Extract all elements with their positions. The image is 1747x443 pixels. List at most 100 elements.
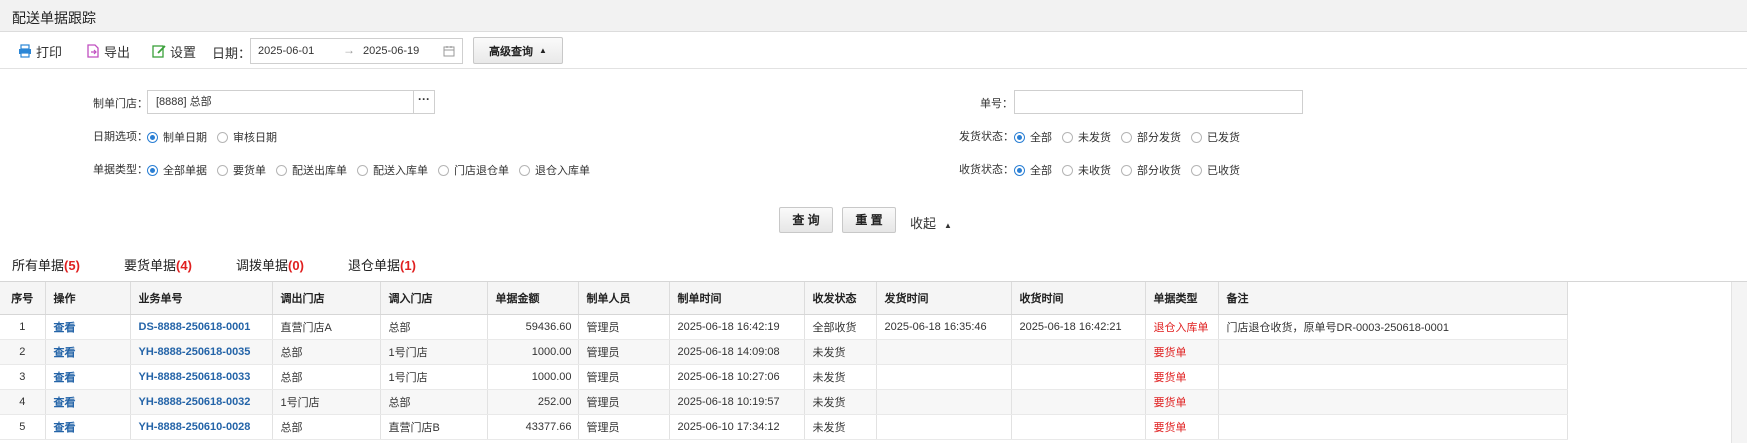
recv-status-group: 全部 未收货 部分收货 已收货: [1014, 163, 1250, 177]
doc-type-option[interactable]: 全部单据: [147, 162, 207, 178]
store-field[interactable]: [8888] 总部: [147, 90, 414, 114]
column-header[interactable]: 调出门店: [272, 282, 381, 315]
vertical-scrollbar[interactable]: [1731, 282, 1747, 443]
view-link[interactable]: 查看: [45, 414, 131, 440]
radio-unchecked-icon[interactable]: [1191, 131, 1202, 143]
page-title: 配送单据跟踪: [12, 10, 96, 26]
column-header[interactable]: 序号: [0, 282, 46, 315]
view-link[interactable]: 查看: [45, 389, 131, 415]
radio-checked-icon[interactable]: [147, 164, 158, 176]
date-range-picker[interactable]: 2025-06-01 → 2025-06-19: [250, 38, 463, 64]
radio-unchecked-icon[interactable]: [217, 164, 228, 176]
doc-type-option[interactable]: 门店退仓单: [438, 162, 509, 178]
table-row[interactable]: 3 查看 YH-8888-250618-0033 总部 1号门店 1000.00 管理员 20…: [0, 364, 1568, 390]
table-cell: [1011, 389, 1146, 415]
tab-count: (5): [64, 258, 80, 273]
radio-checked-icon[interactable]: [1014, 131, 1025, 143]
recv-status-option[interactable]: 全部: [1014, 162, 1052, 178]
table-cell: 直营门店A: [272, 314, 381, 340]
table-row[interactable]: 1 查看 DS-8888-250618-0001 直营门店A 总部 59436.60 管理员…: [0, 314, 1568, 340]
doc-type-cell: 要货单: [1145, 364, 1219, 390]
table-body: 1 查看 DS-8888-250618-0001 直营门店A 总部 59436.60 管理员…: [0, 314, 1568, 440]
column-header[interactable]: 备注: [1218, 282, 1568, 315]
view-link[interactable]: 查看: [45, 314, 131, 340]
radio-unchecked-icon[interactable]: [217, 131, 228, 143]
table-row[interactable]: 2 查看 YH-8888-250618-0035 总部 1号门店 1000.00 管理员 20…: [0, 339, 1568, 365]
docno-input[interactable]: [1014, 90, 1303, 114]
table-cell: 管理员: [578, 314, 670, 340]
print-button[interactable]: 打印: [18, 41, 62, 61]
ship-status-option-label: 全部: [1030, 132, 1052, 144]
doc-type-option-label: 全部单据: [163, 165, 207, 177]
column-header[interactable]: 收货时间: [1011, 282, 1146, 315]
reset-button[interactable]: 重 置: [842, 207, 896, 233]
radio-unchecked-icon[interactable]: [1062, 164, 1073, 176]
doc-type-option[interactable]: 退仓入库单: [519, 162, 590, 178]
table-cell: 1000.00: [487, 339, 579, 365]
date-from[interactable]: 2025-06-01: [258, 45, 314, 57]
settings-button[interactable]: 设置: [152, 41, 196, 61]
radio-unchecked-icon[interactable]: [1121, 131, 1132, 143]
recv-status-option[interactable]: 未收货: [1062, 162, 1111, 178]
table-cell: [1218, 389, 1568, 415]
doc-type-option[interactable]: 要货单: [217, 162, 266, 178]
export-icon: [87, 44, 99, 58]
column-header[interactable]: 制单时间: [669, 282, 805, 315]
date-option-option[interactable]: 审核日期: [217, 129, 277, 145]
date-to[interactable]: 2025-06-19: [363, 45, 419, 57]
ship-status-option[interactable]: 全部: [1014, 129, 1052, 145]
doc-number-link[interactable]: YH-8888-250618-0032: [130, 389, 273, 415]
column-header[interactable]: 制单人员: [578, 282, 670, 315]
query-button[interactable]: 查 询: [779, 207, 833, 233]
doc-number-link[interactable]: DS-8888-250618-0001: [130, 314, 273, 340]
radio-unchecked-icon[interactable]: [1191, 164, 1202, 176]
column-header[interactable]: 单据类型: [1145, 282, 1219, 315]
doc-grid: 序号 操作 业务单号 调出门店 调入门店 单据金额 制单人员 制单时间 收发状态 发货时间 收货时间…: [0, 281, 1747, 443]
tab-transfer-docs[interactable]: 调拨单据(0): [236, 255, 304, 274]
collapse-toggle[interactable]: 收起 ▲: [910, 213, 952, 232]
recv-status-option[interactable]: 部分收货: [1121, 162, 1181, 178]
radio-unchecked-icon[interactable]: [276, 164, 287, 176]
doc-number-link[interactable]: YH-8888-250618-0033: [130, 364, 273, 390]
column-header[interactable]: 业务单号: [130, 282, 273, 315]
date-option-option[interactable]: 制单日期: [147, 129, 207, 145]
column-header[interactable]: 调入门店: [380, 282, 488, 315]
tab-return-docs[interactable]: 退仓单据(1): [348, 255, 416, 274]
tab-requisition-docs[interactable]: 要货单据(4): [124, 255, 192, 274]
ship-status-option[interactable]: 已发货: [1191, 129, 1240, 145]
table-row[interactable]: 5 查看 YH-8888-250610-0028 总部 直营门店B 43377.66 管理员…: [0, 414, 1568, 440]
collapse-up-icon: ▲: [539, 46, 547, 55]
ship-status-option[interactable]: 未发货: [1062, 129, 1111, 145]
store-picker-button[interactable]: ···: [413, 90, 435, 114]
date-option-option-label: 审核日期: [233, 132, 277, 144]
calendar-icon[interactable]: [443, 45, 455, 57]
radio-unchecked-icon[interactable]: [519, 164, 530, 176]
radio-unchecked-icon[interactable]: [438, 164, 449, 176]
ship-status-option[interactable]: 部分发货: [1121, 129, 1181, 145]
radio-unchecked-icon[interactable]: [1121, 164, 1132, 176]
column-header[interactable]: 收发状态: [804, 282, 877, 315]
radio-checked-icon[interactable]: [1014, 164, 1025, 176]
doc-type-option[interactable]: 配送出库单: [276, 162, 347, 178]
doc-number-link[interactable]: YH-8888-250610-0028: [130, 414, 273, 440]
view-link[interactable]: 查看: [45, 364, 131, 390]
radio-checked-icon[interactable]: [147, 131, 158, 143]
view-link[interactable]: 查看: [45, 339, 131, 365]
export-button[interactable]: 导出: [86, 41, 130, 61]
column-header[interactable]: 单据金额: [487, 282, 579, 315]
doc-number-link[interactable]: YH-8888-250618-0035: [130, 339, 273, 365]
export-label: 导出: [104, 44, 131, 60]
recv-status-option[interactable]: 已收货: [1191, 162, 1240, 178]
table-cell: 总部: [380, 389, 488, 415]
doc-type-option[interactable]: 配送入库单: [357, 162, 428, 178]
radio-unchecked-icon[interactable]: [1062, 131, 1073, 143]
advanced-query-button[interactable]: 高级查询 ▲: [473, 37, 563, 64]
table-cell: [876, 364, 1012, 390]
radio-unchecked-icon[interactable]: [357, 164, 368, 176]
column-header[interactable]: 操作: [45, 282, 131, 315]
tab-all-docs[interactable]: 所有单据(5): [12, 255, 80, 274]
edit-settings-icon: [152, 45, 166, 58]
table-row[interactable]: 4 查看 YH-8888-250618-0032 1号门店 总部 252.00 管理员 202…: [0, 389, 1568, 415]
column-header[interactable]: 发货时间: [876, 282, 1012, 315]
doc-table: 序号 操作 业务单号 调出门店 调入门店 单据金额 制单人员 制单时间 收发状态 发货时间 收货时间…: [0, 282, 1568, 440]
